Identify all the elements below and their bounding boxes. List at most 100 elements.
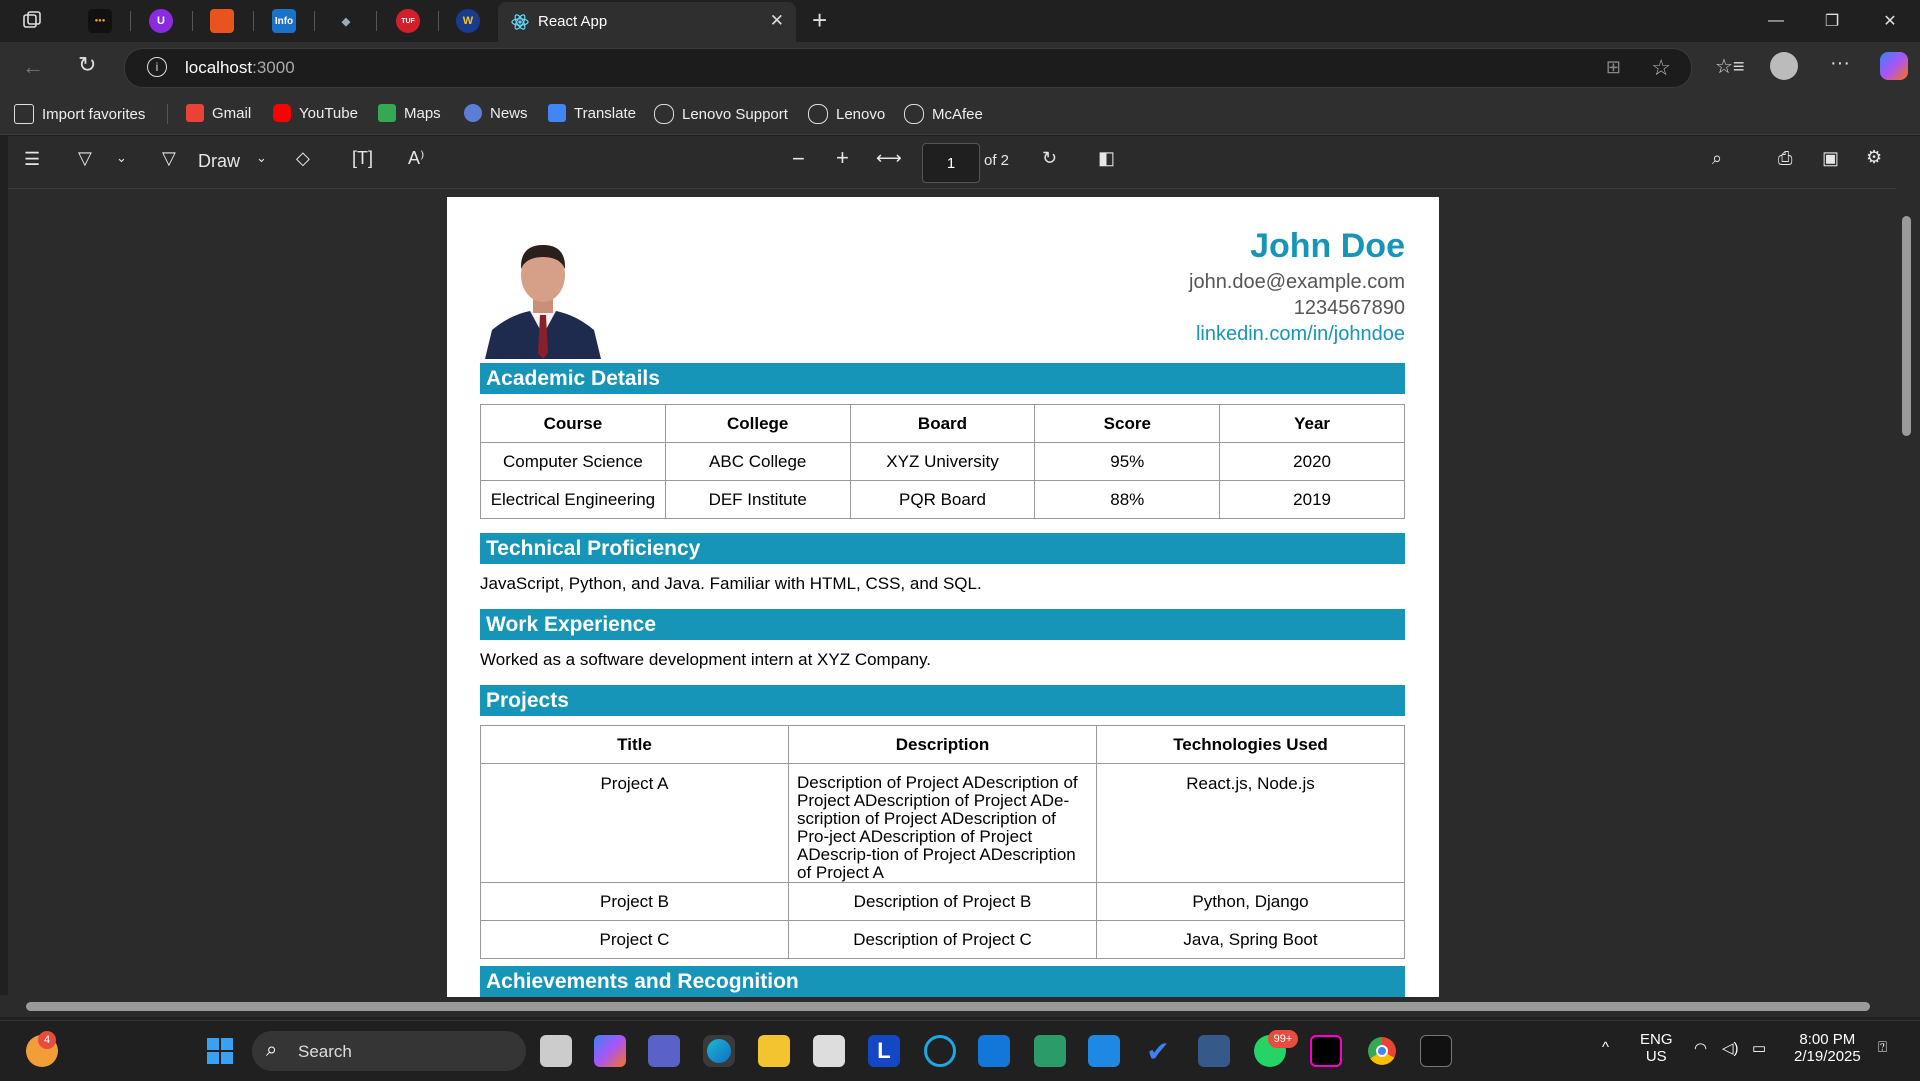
todo-icon[interactable]: ✔: [1142, 1035, 1174, 1067]
bookmark-lenovo-support[interactable]: Lenovo Support: [654, 104, 788, 124]
cortana-icon[interactable]: [924, 1035, 956, 1067]
favorite-star-icon[interactable]: ☆: [1651, 55, 1671, 81]
refresh-icon[interactable]: ↻: [78, 52, 96, 78]
youtube-icon: [273, 104, 291, 122]
import-icon: [14, 104, 34, 124]
close-tab-icon[interactable]: ✕: [770, 11, 784, 31]
maps-icon: [378, 104, 396, 122]
l-app-icon[interactable]: L: [868, 1035, 900, 1067]
eraser-icon[interactable]: ◇: [296, 148, 310, 169]
vertical-scroll-thumb[interactable]: [1902, 216, 1911, 436]
search-icon[interactable]: ⌕: [1712, 148, 1722, 169]
tab-favicon-4[interactable]: Info: [272, 9, 296, 33]
fit-width-icon[interactable]: ⟷: [876, 148, 902, 169]
page-number-input[interactable]: 1: [922, 143, 980, 183]
language-indicator[interactable]: ENG US: [1640, 1031, 1673, 1065]
rotate-icon[interactable]: ↻: [1042, 148, 1057, 169]
tab-favicon-5[interactable]: ◆: [334, 9, 358, 33]
resume-email[interactable]: john.doe@example.com: [1189, 271, 1405, 294]
app-available-icon[interactable]: ⊞: [1606, 57, 1621, 78]
app-icon[interactable]: [1420, 1035, 1452, 1067]
favorites-icon[interactable]: ☆≡: [1715, 54, 1745, 79]
teams-icon[interactable]: [648, 1035, 680, 1067]
read-aloud-icon[interactable]: A⁾: [408, 148, 424, 169]
text-box-icon[interactable]: [T]: [352, 148, 373, 169]
back-icon[interactable]: ←: [22, 54, 44, 80]
draw-label[interactable]: Draw: [198, 151, 240, 172]
chevron-down-icon[interactable]: ⌄: [256, 150, 267, 166]
wifi-icon[interactable]: ◠: [1694, 1039, 1707, 1057]
more-icon[interactable]: ···: [1830, 52, 1850, 75]
zoom-out-icon[interactable]: −: [792, 146, 805, 172]
table-cell: React.js, Node.js: [1096, 763, 1405, 883]
save-icon[interactable]: ▣: [1822, 148, 1839, 169]
bookmark-translate[interactable]: Translate: [548, 104, 636, 122]
file-explorer-icon[interactable]: [758, 1035, 790, 1067]
vertical-scrollbar[interactable]: [1896, 136, 1920, 996]
highlight-icon[interactable]: ▽: [78, 148, 92, 169]
resume-phone: 1234567890: [1293, 297, 1405, 319]
section-projects: Projects: [480, 685, 1405, 716]
clock[interactable]: 8:00 PM 2/19/2025: [1794, 1031, 1861, 1065]
draw-icon[interactable]: ▽: [162, 148, 176, 169]
resume-linkedin[interactable]: linkedin.com/in/johndoe: [1196, 323, 1405, 346]
vscode-icon[interactable]: [1088, 1035, 1120, 1067]
tab-favicon-7[interactable]: W: [456, 9, 480, 33]
close-window-button[interactable]: ✕: [1870, 8, 1910, 34]
zoom-in-icon[interactable]: +: [836, 145, 849, 171]
workbench-icon[interactable]: [1198, 1035, 1230, 1067]
table-cell: 95%: [1034, 442, 1221, 481]
profile-avatar[interactable]: [1770, 52, 1798, 80]
horizontal-scroll-thumb[interactable]: [26, 1002, 1870, 1011]
tab-favicon-2[interactable]: U: [149, 9, 173, 33]
table-cell: PQR Board: [849, 480, 1036, 519]
chrome-icon[interactable]: [1366, 1035, 1398, 1067]
horizontal-scrollbar[interactable]: [0, 995, 1920, 1017]
translate-icon: [548, 104, 566, 122]
notifications-icon[interactable]: ⍰: [1878, 1039, 1887, 1056]
intellij-icon[interactable]: [1310, 1035, 1342, 1067]
url-text[interactable]: localhost:3000: [185, 58, 295, 78]
store-icon[interactable]: [813, 1035, 845, 1067]
table-row: Project A Description of Project ADescri…: [480, 763, 1405, 883]
page-total: of 2: [984, 152, 1010, 169]
table-header: Technologies Used: [1096, 725, 1405, 764]
tab-favicon-3[interactable]: [210, 9, 234, 33]
new-tab-button[interactable]: +: [812, 5, 827, 36]
bookmark-maps[interactable]: Maps: [378, 104, 441, 122]
bookmark-lenovo[interactable]: Lenovo: [808, 104, 885, 124]
tab-react-app[interactable]: React App ✕: [498, 2, 796, 42]
taskbar-search[interactable]: ⌕ Search: [252, 1031, 526, 1071]
workspaces-icon[interactable]: [20, 9, 44, 33]
git-icon[interactable]: [1034, 1035, 1066, 1067]
contents-icon[interactable]: ☰: [24, 149, 40, 170]
bookmark-youtube[interactable]: YouTube: [273, 104, 358, 122]
minimize-button[interactable]: —: [1756, 8, 1796, 34]
battery-icon[interactable]: ▭: [1752, 1039, 1766, 1057]
outlook-icon[interactable]: [978, 1035, 1010, 1067]
restore-button[interactable]: ❐: [1812, 8, 1852, 34]
table-cell: Project C: [480, 920, 789, 959]
copilot-icon[interactable]: [594, 1035, 626, 1067]
copilot-icon[interactable]: [1880, 52, 1908, 80]
site-info-icon[interactable]: i: [147, 57, 167, 77]
volume-icon[interactable]: ◁): [1722, 1039, 1739, 1057]
address-bar[interactable]: i localhost:3000 ⊞ ☆: [124, 48, 1692, 88]
tab-bar: ●●● U Info ◆ TUF W React App ✕ + — ❐ ✕: [0, 0, 1920, 42]
task-view-icon[interactable]: [540, 1035, 572, 1067]
address-row: ← ↻ i localhost:3000 ⊞ ☆ ☆≡ ···: [0, 42, 1920, 94]
bookmark-news[interactable]: News: [464, 104, 528, 122]
windows-start-icon[interactable]: [204, 1035, 236, 1067]
bookmark-mcafee[interactable]: McAfee: [904, 104, 983, 124]
table-row: Electrical Engineering DEF Institute PQR…: [480, 480, 1405, 519]
tab-favicon-6[interactable]: TUF: [396, 9, 420, 33]
bookmark-gmail[interactable]: Gmail: [186, 104, 251, 122]
chevron-down-icon[interactable]: ⌄: [116, 150, 127, 166]
settings-gear-icon[interactable]: ⚙: [1866, 147, 1882, 168]
bookmark-import-favorites[interactable]: Import favorites: [14, 104, 145, 124]
tab-favicon-1[interactable]: ●●●: [88, 9, 112, 33]
edge-icon[interactable]: [703, 1035, 735, 1067]
print-icon[interactable]: ⎙: [1778, 148, 1792, 169]
page-view-icon[interactable]: ◧: [1098, 148, 1115, 169]
chevron-up-icon[interactable]: ^: [1602, 1039, 1609, 1056]
